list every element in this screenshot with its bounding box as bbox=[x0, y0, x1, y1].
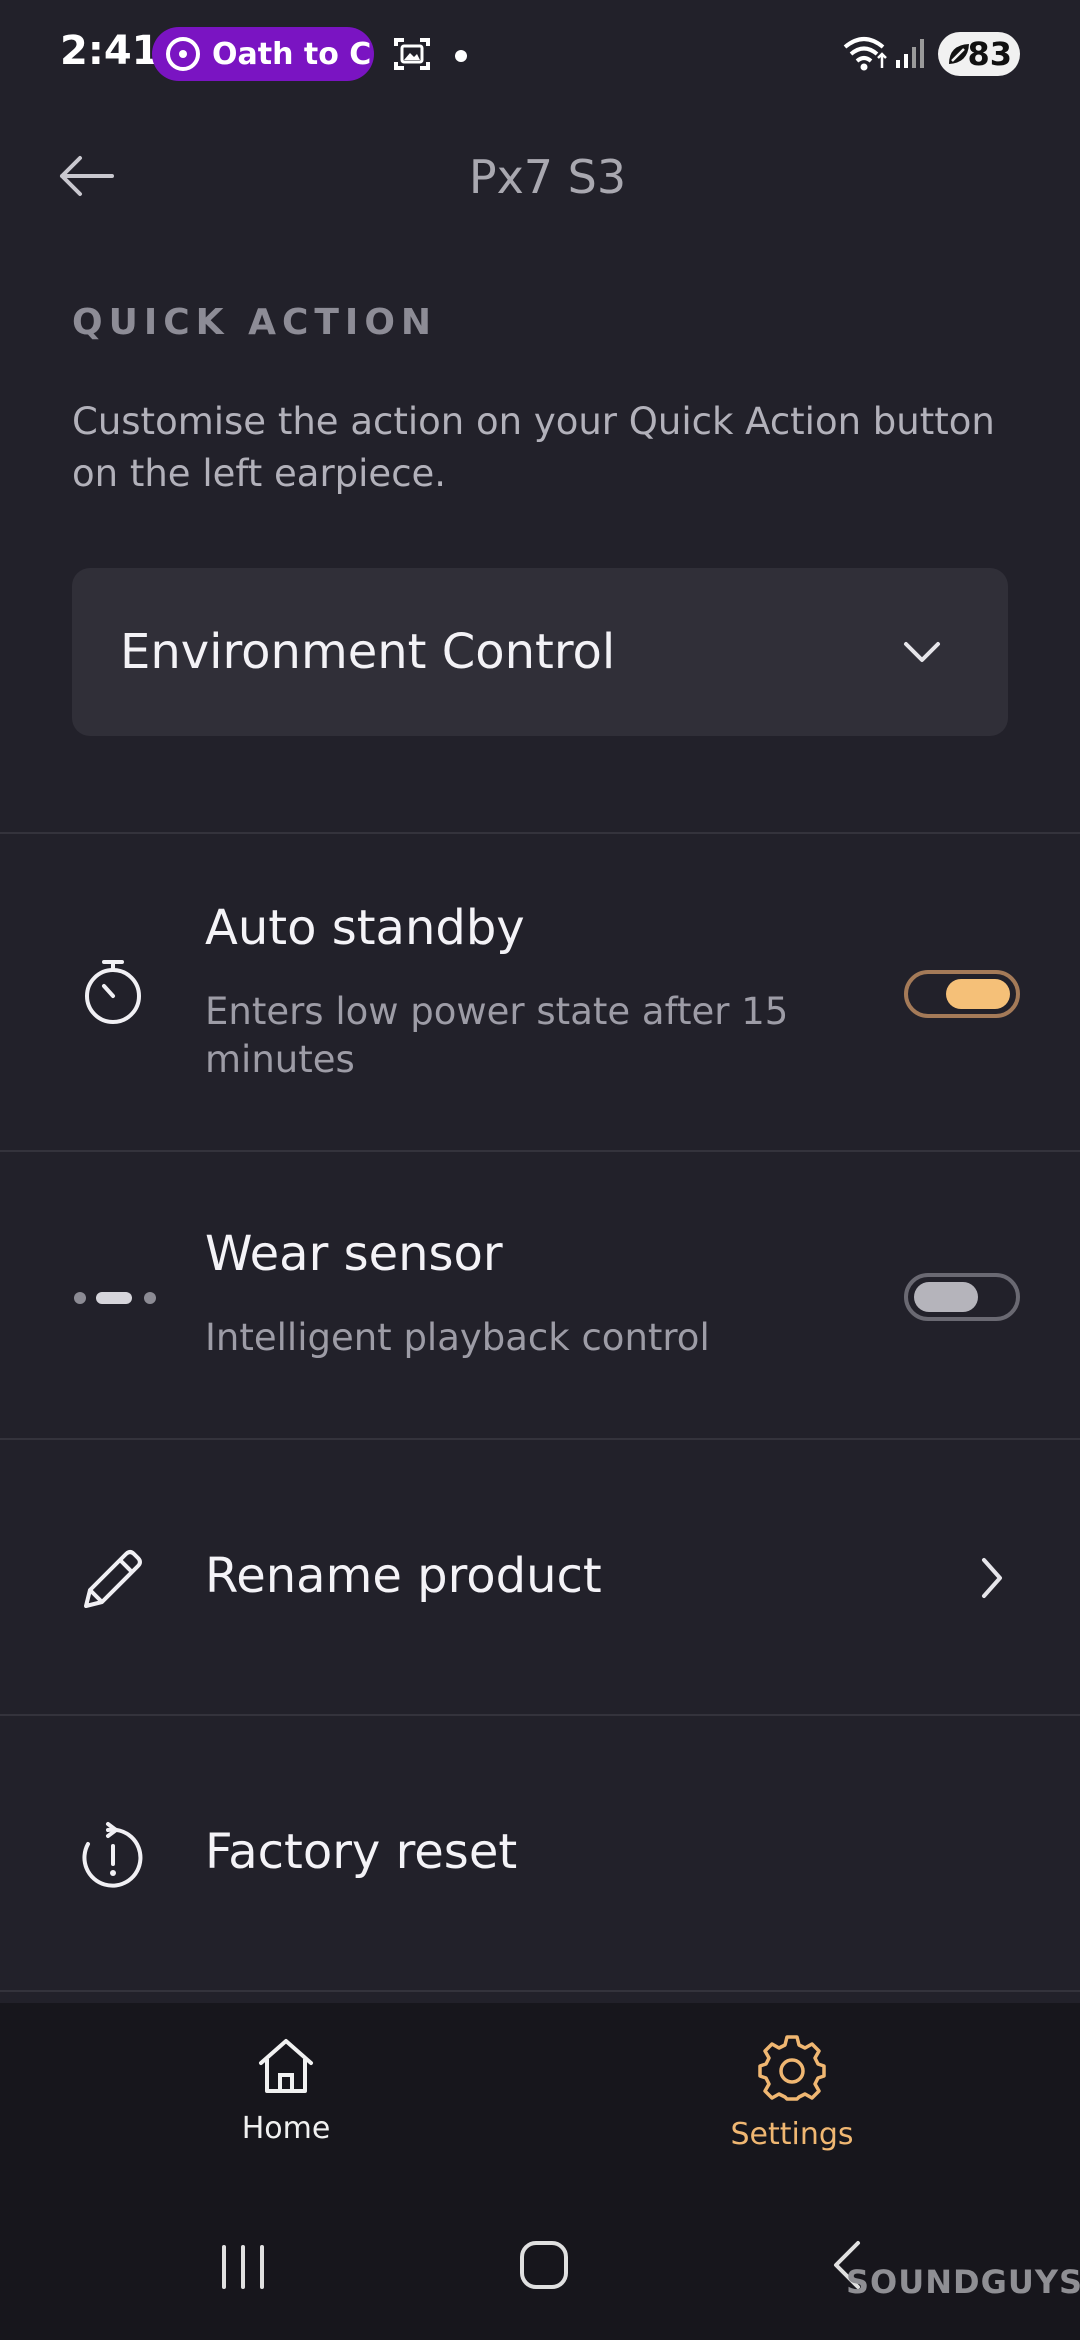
status-time: 2:41 bbox=[60, 28, 160, 74]
soundguys-watermark: SOUNDGUYS bbox=[846, 2263, 1080, 2301]
battery-level: 83 bbox=[967, 35, 1012, 73]
battery-indicator: 83 bbox=[938, 32, 1020, 76]
section-label-quick-action: QUICK ACTION bbox=[72, 302, 438, 343]
system-navigation-bar: SOUNDGUYS bbox=[0, 2193, 1080, 2340]
rename-product-title: Rename product bbox=[205, 1548, 602, 1604]
recent-apps-icon[interactable] bbox=[218, 2243, 268, 2291]
nav-home[interactable]: Home bbox=[186, 2035, 386, 2146]
auto-standby-subtitle: Enters low power state after 15 minutes bbox=[205, 990, 789, 1081]
factory-reset-icon bbox=[82, 1822, 143, 1888]
toggle-thumb bbox=[914, 1282, 978, 1312]
wifi-icon bbox=[843, 37, 887, 71]
wear-sensor-icon bbox=[74, 1292, 156, 1304]
divider bbox=[0, 832, 1080, 834]
timer-icon bbox=[85, 960, 141, 1024]
wear-sensor-title: Wear sensor bbox=[205, 1226, 503, 1282]
gallery-icon bbox=[394, 38, 430, 70]
factory-reset-title: Factory reset bbox=[205, 1824, 518, 1880]
home-icon bbox=[259, 2039, 313, 2093]
leaf-icon bbox=[949, 44, 969, 64]
divider bbox=[0, 1150, 1080, 1152]
quick-action-dropdown[interactable]: Environment Control bbox=[72, 568, 1008, 736]
auto-standby-title: Auto standby bbox=[205, 900, 525, 956]
section-description: Customise the action on your Quick Actio… bbox=[72, 400, 995, 495]
gear-icon bbox=[758, 2035, 826, 2101]
dropdown-selected-value: Environment Control bbox=[120, 624, 616, 680]
toggle-thumb bbox=[946, 979, 1010, 1009]
wear-sensor-subtitle: Intelligent playback control bbox=[205, 1316, 710, 1359]
media-pill-text: Oath to C bbox=[212, 36, 372, 72]
page-title: Px7 S3 bbox=[468, 150, 627, 204]
divider bbox=[0, 1714, 1080, 1716]
chevron-down-icon bbox=[904, 642, 940, 662]
divider bbox=[0, 1438, 1080, 1440]
nav-home-label: Home bbox=[241, 2111, 331, 2146]
status-bar: 2:41 Oath to C 83 bbox=[0, 0, 1080, 110]
music-disc-icon bbox=[166, 37, 200, 71]
nav-settings[interactable]: Settings bbox=[692, 2035, 892, 2152]
home-button-icon[interactable] bbox=[518, 2239, 570, 2291]
chevron-right-icon bbox=[982, 1558, 1002, 1598]
pencil-icon bbox=[84, 1550, 142, 1608]
divider bbox=[0, 1990, 1080, 1992]
notification-dot-icon bbox=[455, 50, 467, 62]
bottom-navigation: Home Settings bbox=[0, 2003, 1080, 2193]
auto-standby-toggle[interactable] bbox=[904, 970, 1020, 1018]
nav-settings-label: Settings bbox=[730, 2117, 854, 2152]
wear-sensor-toggle[interactable] bbox=[904, 1273, 1020, 1321]
signal-icon bbox=[896, 39, 924, 68]
screen: 2:41 Oath to C 83 Px7 S3 QUICK ACTION Cu… bbox=[0, 0, 1080, 2340]
media-pill[interactable]: Oath to C bbox=[152, 27, 374, 81]
